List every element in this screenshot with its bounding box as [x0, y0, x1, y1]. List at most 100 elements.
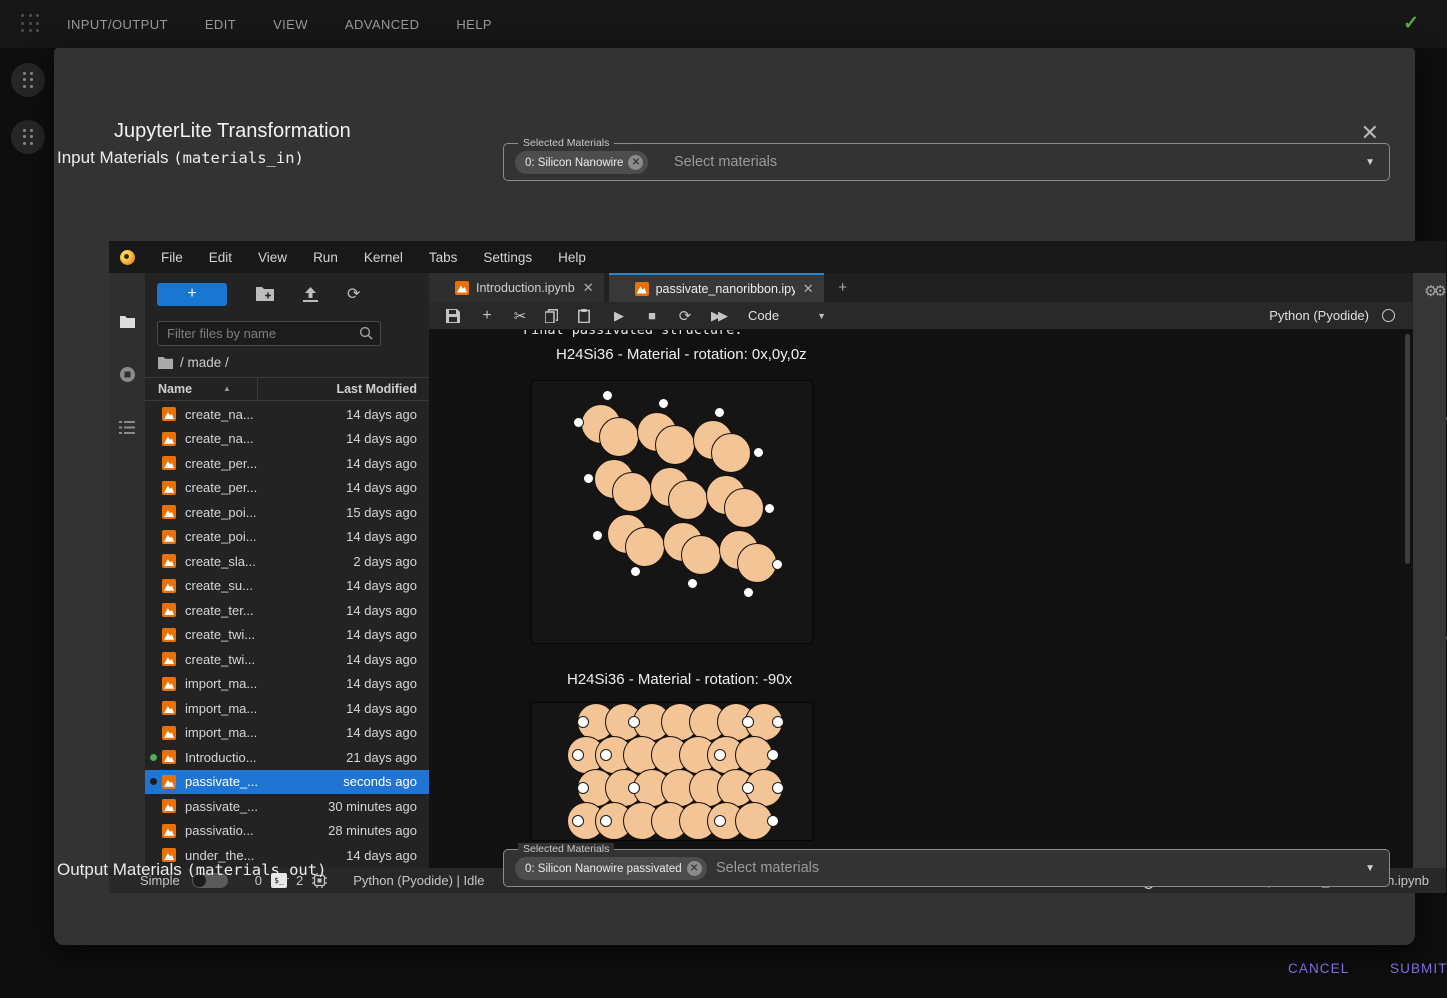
- paste-cell-icon[interactable]: [578, 309, 594, 323]
- jmenu-run[interactable]: Run: [313, 250, 338, 265]
- file-row[interactable]: import_ma...14 days ago: [145, 721, 429, 746]
- file-row[interactable]: create_su...14 days ago: [145, 574, 429, 599]
- notebook-panel: Introduction.ipynb ✕ passivate_nanoribbo…: [429, 273, 1413, 868]
- jmenu-kernel[interactable]: Kernel: [364, 250, 403, 265]
- notebook-scrollbar[interactable]: [1405, 334, 1410, 564]
- file-row[interactable]: create_sla...2 days ago: [145, 549, 429, 574]
- app-grid-icon[interactable]: [21, 14, 41, 34]
- hydrogen-atom: [572, 815, 584, 827]
- hydrogen-atom: [714, 815, 726, 827]
- file-row[interactable]: import_ma...14 days ago: [145, 672, 429, 697]
- copy-cell-icon[interactable]: [545, 309, 561, 323]
- jmenu-settings[interactable]: Settings: [483, 250, 532, 265]
- cancel-button[interactable]: CANCEL: [1278, 953, 1359, 984]
- menu-input-output[interactable]: INPUT/OUTPUT: [67, 17, 168, 32]
- jmenu-help[interactable]: Help: [558, 250, 586, 265]
- output-material-chip[interactable]: 0: Silicon Nanowire passivated ✕: [515, 857, 707, 880]
- background-kebab-button[interactable]: [11, 63, 45, 97]
- file-row[interactable]: create_twi...14 days ago: [145, 647, 429, 672]
- submit-button[interactable]: SUBMIT: [1380, 953, 1447, 984]
- upload-icon[interactable]: [303, 287, 318, 302]
- file-modified: 14 days ago: [346, 480, 417, 495]
- silicon-atom: [737, 543, 777, 583]
- new-tab-button[interactable]: +: [829, 273, 857, 302]
- menu-help[interactable]: HELP: [456, 17, 492, 32]
- file-row[interactable]: passivatio...28 minutes ago: [145, 819, 429, 844]
- jmenu-edit[interactable]: Edit: [209, 250, 232, 265]
- chip-remove-icon[interactable]: ✕: [628, 155, 643, 170]
- file-name: create_per...: [185, 456, 257, 471]
- file-row[interactable]: Introductio...21 days ago: [145, 745, 429, 770]
- search-icon: [359, 326, 373, 340]
- jupyterlab-frame: File Edit View Run Kernel Tabs Settings …: [109, 241, 1446, 893]
- new-launcher-button[interactable]: +: [157, 283, 227, 306]
- input-materials-select[interactable]: Selected Materials 0: Silicon Nanowire ✕…: [503, 143, 1390, 181]
- jmenu-file[interactable]: File: [161, 250, 183, 265]
- file-name: create_poi...: [185, 529, 257, 544]
- jmenu-view[interactable]: View: [258, 250, 287, 265]
- notebook-icon: [162, 824, 176, 838]
- hydrogen-atom: [577, 782, 589, 794]
- new-folder-icon[interactable]: [256, 287, 274, 301]
- cut-cell-icon[interactable]: ✂: [512, 307, 528, 325]
- file-name: create_sla...: [185, 554, 256, 569]
- tab-introduction[interactable]: Introduction.ipynb ✕: [429, 273, 604, 302]
- file-row[interactable]: create_poi...14 days ago: [145, 525, 429, 550]
- file-row[interactable]: create_na...14 days ago: [145, 402, 429, 427]
- filter-files-input[interactable]: [157, 321, 381, 346]
- kernel-state-label[interactable]: Python (Pyodide) | Idle: [353, 873, 484, 888]
- dropdown-caret-icon[interactable]: ▼: [1365, 157, 1375, 168]
- restart-run-all-icon[interactable]: ▶▶: [710, 308, 726, 324]
- add-cell-icon[interactable]: +: [479, 307, 495, 325]
- file-browser-toolbar: + ⟳: [145, 273, 429, 315]
- file-row[interactable]: create_ter...14 days ago: [145, 598, 429, 623]
- refresh-icon[interactable]: ⟳: [347, 284, 360, 304]
- jmenu-tabs[interactable]: Tabs: [429, 250, 458, 265]
- kernel-name[interactable]: Python (Pyodide): [1269, 308, 1369, 323]
- silicon-atom: [711, 433, 751, 473]
- close-icon[interactable]: ✕: [1361, 122, 1379, 144]
- input-material-chip[interactable]: 0: Silicon Nanowire ✕: [515, 151, 648, 174]
- file-modified: 30 minutes ago: [328, 799, 417, 814]
- property-inspector-gears-icon[interactable]: ⚙⚙: [1424, 282, 1443, 300]
- file-row[interactable]: create_per...14 days ago: [145, 476, 429, 501]
- file-row[interactable]: passivate_...30 minutes ago: [145, 794, 429, 819]
- menu-view[interactable]: VIEW: [273, 17, 308, 32]
- hydrogen-atom: [592, 530, 603, 541]
- kernel-status-icon[interactable]: [1382, 309, 1395, 322]
- file-modified: 14 days ago: [346, 627, 417, 642]
- run-cell-icon[interactable]: ▶: [611, 308, 627, 324]
- tab-close-icon[interactable]: ✕: [583, 280, 594, 296]
- input-materials-placeholder: Select materials: [674, 154, 777, 170]
- chip-remove-icon[interactable]: ✕: [687, 861, 702, 876]
- file-row[interactable]: import_ma...14 days ago: [145, 696, 429, 721]
- running-sessions-icon[interactable]: [119, 366, 136, 383]
- file-browser-icon[interactable]: [119, 315, 136, 329]
- dropdown-caret-icon[interactable]: ▼: [1365, 863, 1375, 874]
- file-row[interactable]: create_twi...14 days ago: [145, 623, 429, 648]
- cell-type-select[interactable]: Code: [748, 308, 779, 323]
- menu-advanced[interactable]: ADVANCED: [345, 17, 419, 32]
- silicon-atom: [612, 472, 652, 512]
- table-of-contents-icon[interactable]: [119, 421, 135, 434]
- file-list-header[interactable]: Name ▲ Last Modified: [145, 377, 429, 401]
- restart-kernel-icon[interactable]: ⟳: [677, 307, 693, 325]
- file-name: create_ter...: [185, 603, 254, 618]
- file-row[interactable]: create_per...14 days ago: [145, 451, 429, 476]
- background-kebab-button[interactable]: [11, 120, 45, 154]
- breadcrumb[interactable]: / made /: [158, 355, 229, 370]
- notebook-output-area[interactable]: Final passivated structure: H24Si36 - Ma…: [429, 330, 1413, 868]
- tab-passivate-nanoribbon[interactable]: passivate_nanoribbon.ipynb ✕: [609, 273, 824, 302]
- file-row[interactable]: passivate_...seconds ago: [145, 770, 429, 795]
- input-materials-legend: Selected Materials: [518, 137, 614, 149]
- stop-kernel-icon[interactable]: ■: [644, 308, 660, 323]
- cell-type-caret-icon[interactable]: ▼: [817, 311, 826, 321]
- jupyterlite-logo-icon: [120, 250, 135, 265]
- file-row[interactable]: create_na...14 days ago: [145, 427, 429, 452]
- tab-close-icon[interactable]: ✕: [803, 281, 814, 297]
- output-materials-select[interactable]: Selected Materials 0: Silicon Nanowire p…: [503, 849, 1390, 887]
- menu-edit[interactable]: EDIT: [205, 17, 236, 32]
- save-icon[interactable]: [446, 309, 462, 323]
- file-row[interactable]: create_poi...15 days ago: [145, 500, 429, 525]
- hydrogen-atom: [767, 815, 779, 827]
